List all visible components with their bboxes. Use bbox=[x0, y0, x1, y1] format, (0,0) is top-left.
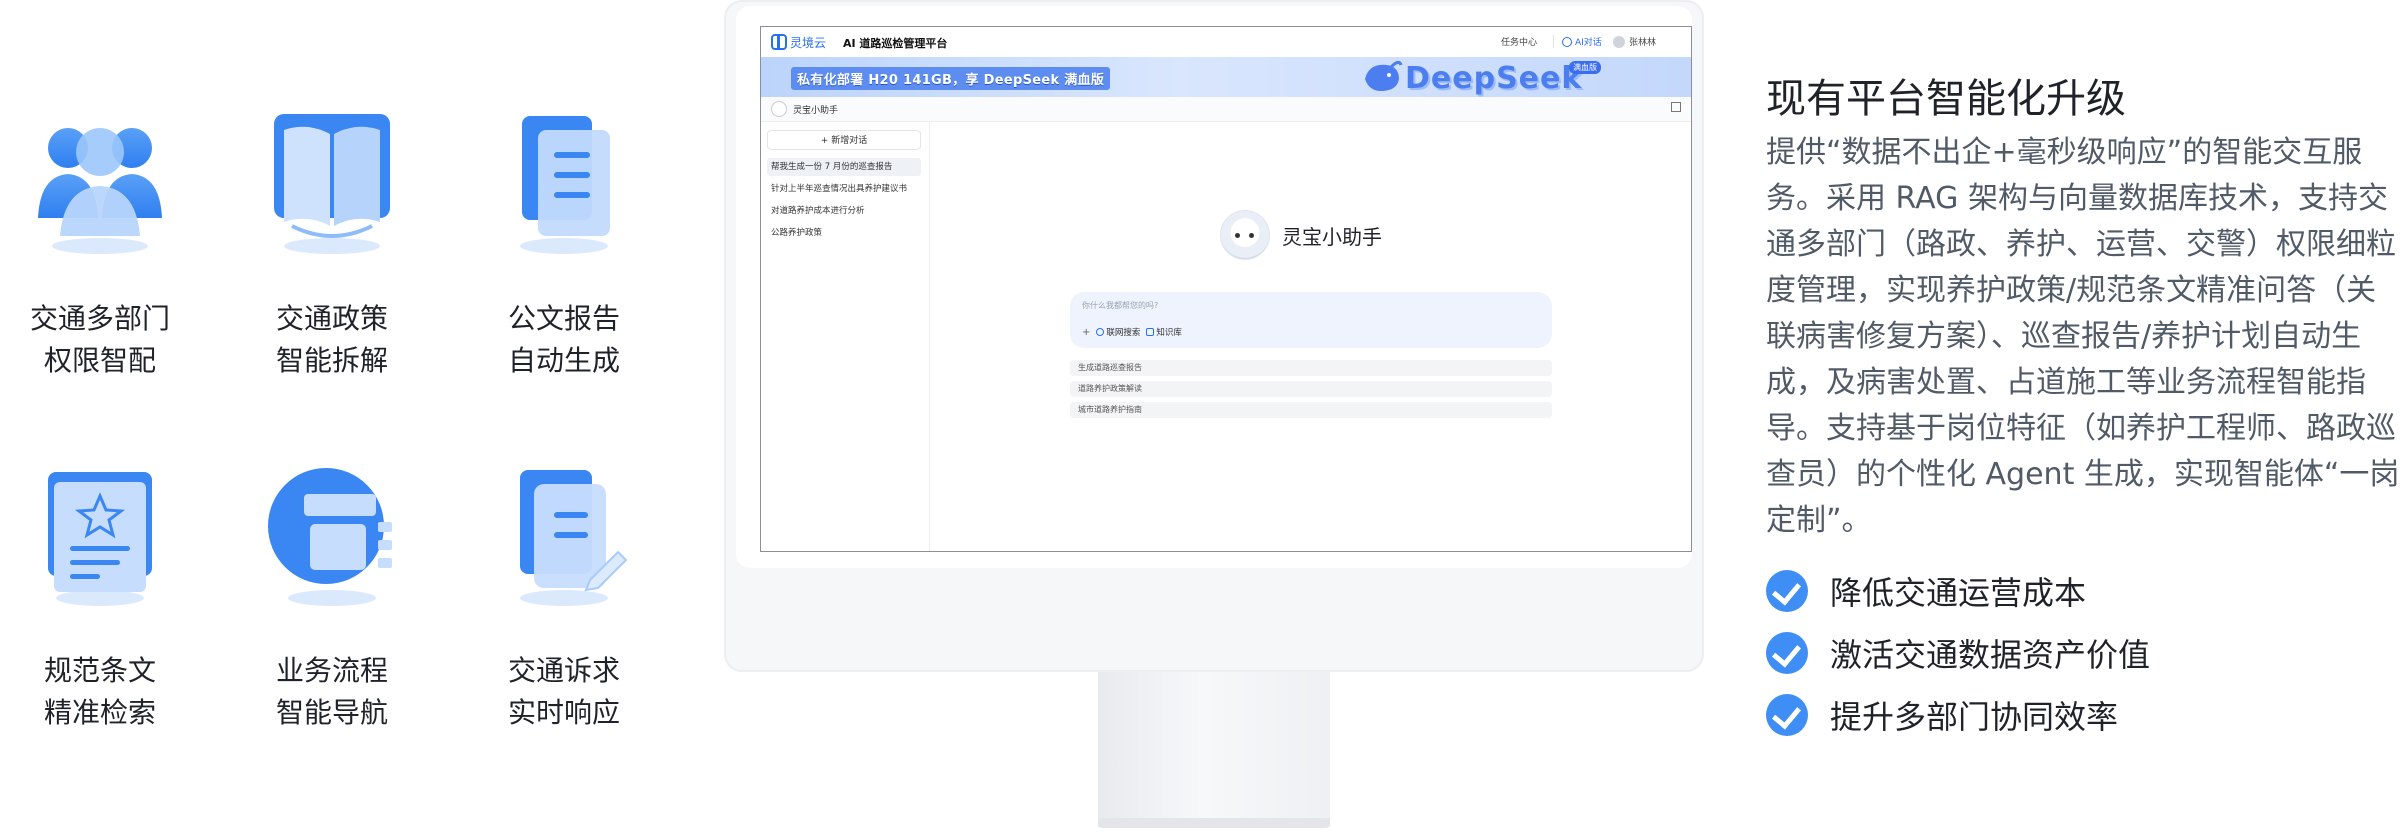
full-version-badge: 满血版 bbox=[1569, 61, 1601, 74]
app-topbar: 灵境云 AI 道路巡检管理平台 任务中心 AI对话 张林林 bbox=[761, 27, 1691, 58]
fullscreen-icon[interactable] bbox=[1671, 102, 1681, 112]
chat-main: 灵宝小助手 你什么我都帮您的吗? + 联网搜索 知识库 生成道路巡查报告 道路养… bbox=[930, 122, 1690, 551]
check-circle-icon bbox=[1766, 694, 1808, 736]
screen-bezel: 灵境云 AI 道路巡检管理平台 任务中心 AI对话 张林林 私有化部署 H20 … bbox=[736, 6, 1692, 568]
assistant-small-avatar bbox=[771, 101, 787, 117]
suggestion-item[interactable]: 城市道路养护指南 bbox=[1070, 402, 1552, 418]
feature-label-line2: 智能导航 bbox=[275, 696, 388, 729]
whale-icon bbox=[1365, 60, 1403, 91]
history-item[interactable]: 公路养护政策 bbox=[767, 224, 921, 242]
check-circle-icon bbox=[1766, 570, 1808, 612]
web-search-label: 联网搜索 bbox=[1106, 328, 1141, 338]
benefit-text: 提升多部门协同效率 bbox=[1830, 698, 2119, 736]
feature-label-line2: 权限智配 bbox=[43, 344, 156, 377]
deepseek-wordmark: DeepSeek bbox=[1405, 61, 1583, 96]
app-screen: 灵境云 AI 道路巡检管理平台 任务中心 AI对话 张林林 私有化部署 H20 … bbox=[760, 26, 1692, 552]
knowledge-label: 知识库 bbox=[1156, 328, 1182, 338]
app-logo[interactable]: 灵境云 bbox=[771, 33, 826, 51]
logo-text: 灵境云 bbox=[790, 35, 827, 50]
ai-chat-button[interactable]: AI对话 bbox=[1553, 35, 1602, 48]
input-tools: + 联网搜索 知识库 bbox=[1082, 326, 1182, 339]
book-icon bbox=[274, 114, 390, 254]
deepseek-logo: DeepSeek 满血版 bbox=[1361, 59, 1611, 96]
chat-input-placeholder: 你什么我都帮您的吗? bbox=[1082, 301, 1159, 310]
feature-label-line2: 实时响应 bbox=[507, 696, 620, 729]
assistant-header: 灵宝小助手 bbox=[761, 97, 1691, 122]
monitor-stand-base bbox=[1098, 818, 1330, 828]
task-center-label: 任务中心 bbox=[1501, 38, 1538, 48]
app-title: AI 道路巡检管理平台 bbox=[843, 37, 948, 50]
suggestion-item[interactable]: 道路养护政策解读 bbox=[1070, 381, 1552, 397]
attach-plus-button[interactable]: + bbox=[1082, 327, 1090, 338]
assistant-header-title: 灵宝小助手 bbox=[793, 106, 839, 116]
feature-label-line2: 精准检索 bbox=[43, 696, 156, 729]
flowchart-icon bbox=[268, 468, 392, 606]
chat-input[interactable]: 你什么我都帮您的吗? + 联网搜索 知识库 bbox=[1070, 292, 1552, 348]
monitor-stand bbox=[1098, 672, 1330, 827]
feature-label-line1: 交通政策 bbox=[275, 302, 388, 335]
document-icon bbox=[520, 116, 610, 254]
certificate-icon bbox=[48, 472, 152, 606]
benefit-text: 降低交通运营成本 bbox=[1830, 574, 2087, 612]
benefit-text: 激活交通数据资产价值 bbox=[1830, 636, 2151, 674]
feature-label-line1: 交通多部门 bbox=[29, 302, 170, 335]
feature-label-line1: 公文报告 bbox=[507, 302, 620, 335]
web-search-toggle[interactable]: 联网搜索 bbox=[1096, 326, 1140, 338]
benefit-item: 降低交通运营成本 bbox=[1766, 568, 2086, 614]
checkbox-icon bbox=[1146, 328, 1155, 336]
chat-sidebar: + 新增对话 帮我生成一份 7 月份的巡查报告 针对上半年巡查情况出具养护建议书… bbox=[761, 122, 930, 551]
globe-icon bbox=[1096, 328, 1105, 336]
ai-chat-label: AI对话 bbox=[1575, 38, 1602, 48]
chat-icon bbox=[1562, 37, 1572, 47]
promo-banner[interactable]: 私有化部署 H20 141GB，享 DeepSeek 满血版 DeepSeek … bbox=[761, 57, 1691, 97]
suggestion-item[interactable]: 生成道路巡查报告 bbox=[1070, 360, 1552, 376]
user-menu[interactable]: 张林林 bbox=[1613, 35, 1656, 48]
history-item[interactable]: 对道路养护成本进行分析 bbox=[767, 202, 921, 220]
benefit-item: 激活交通数据资产价值 bbox=[1766, 630, 2150, 676]
task-center-button[interactable]: 任务中心 bbox=[1501, 35, 1537, 48]
assistant-name: 灵宝小助手 bbox=[1282, 224, 1382, 249]
feature-label-line2: 自动生成 bbox=[507, 344, 620, 377]
section-heading: 现有平台智能化升级 bbox=[1766, 76, 2126, 122]
banner-text: 私有化部署 H20 141GB，享 DeepSeek 满血版 bbox=[791, 67, 1111, 90]
knowledge-base-toggle[interactable]: 知识库 bbox=[1146, 326, 1182, 338]
feature-label-line1: 交通诉求 bbox=[507, 654, 620, 687]
section-description: 提供“数据不出企+毫秒级响应”的智能交互服务。采用 RAG 架构与向量数据库技术… bbox=[1766, 135, 2400, 538]
new-chat-button[interactable]: + 新增对话 bbox=[767, 130, 921, 150]
logo-icon bbox=[771, 34, 787, 50]
edit-document-icon bbox=[520, 470, 628, 606]
feature-label-line1: 业务流程 bbox=[275, 654, 388, 687]
history-item[interactable]: 帮我生成一份 7 月份的巡查报告 bbox=[767, 158, 921, 176]
history-item[interactable]: 针对上半年巡查情况出具养护建议书 bbox=[767, 180, 921, 198]
assistant-avatar bbox=[1220, 210, 1270, 260]
people-icon bbox=[38, 128, 162, 254]
feature-label-line1: 规范条文 bbox=[43, 654, 156, 687]
feature-label-line2: 智能拆解 bbox=[275, 344, 388, 377]
user-name: 张林林 bbox=[1629, 38, 1657, 48]
avatar bbox=[1613, 36, 1625, 48]
monitor-frame: 灵境云 AI 道路巡检管理平台 任务中心 AI对话 张林林 私有化部署 H20 … bbox=[724, 0, 1704, 672]
benefit-item: 提升多部门协同效率 bbox=[1766, 692, 2118, 738]
check-circle-icon bbox=[1766, 632, 1808, 674]
assistant-hero: 灵宝小助手 bbox=[1220, 210, 1382, 260]
